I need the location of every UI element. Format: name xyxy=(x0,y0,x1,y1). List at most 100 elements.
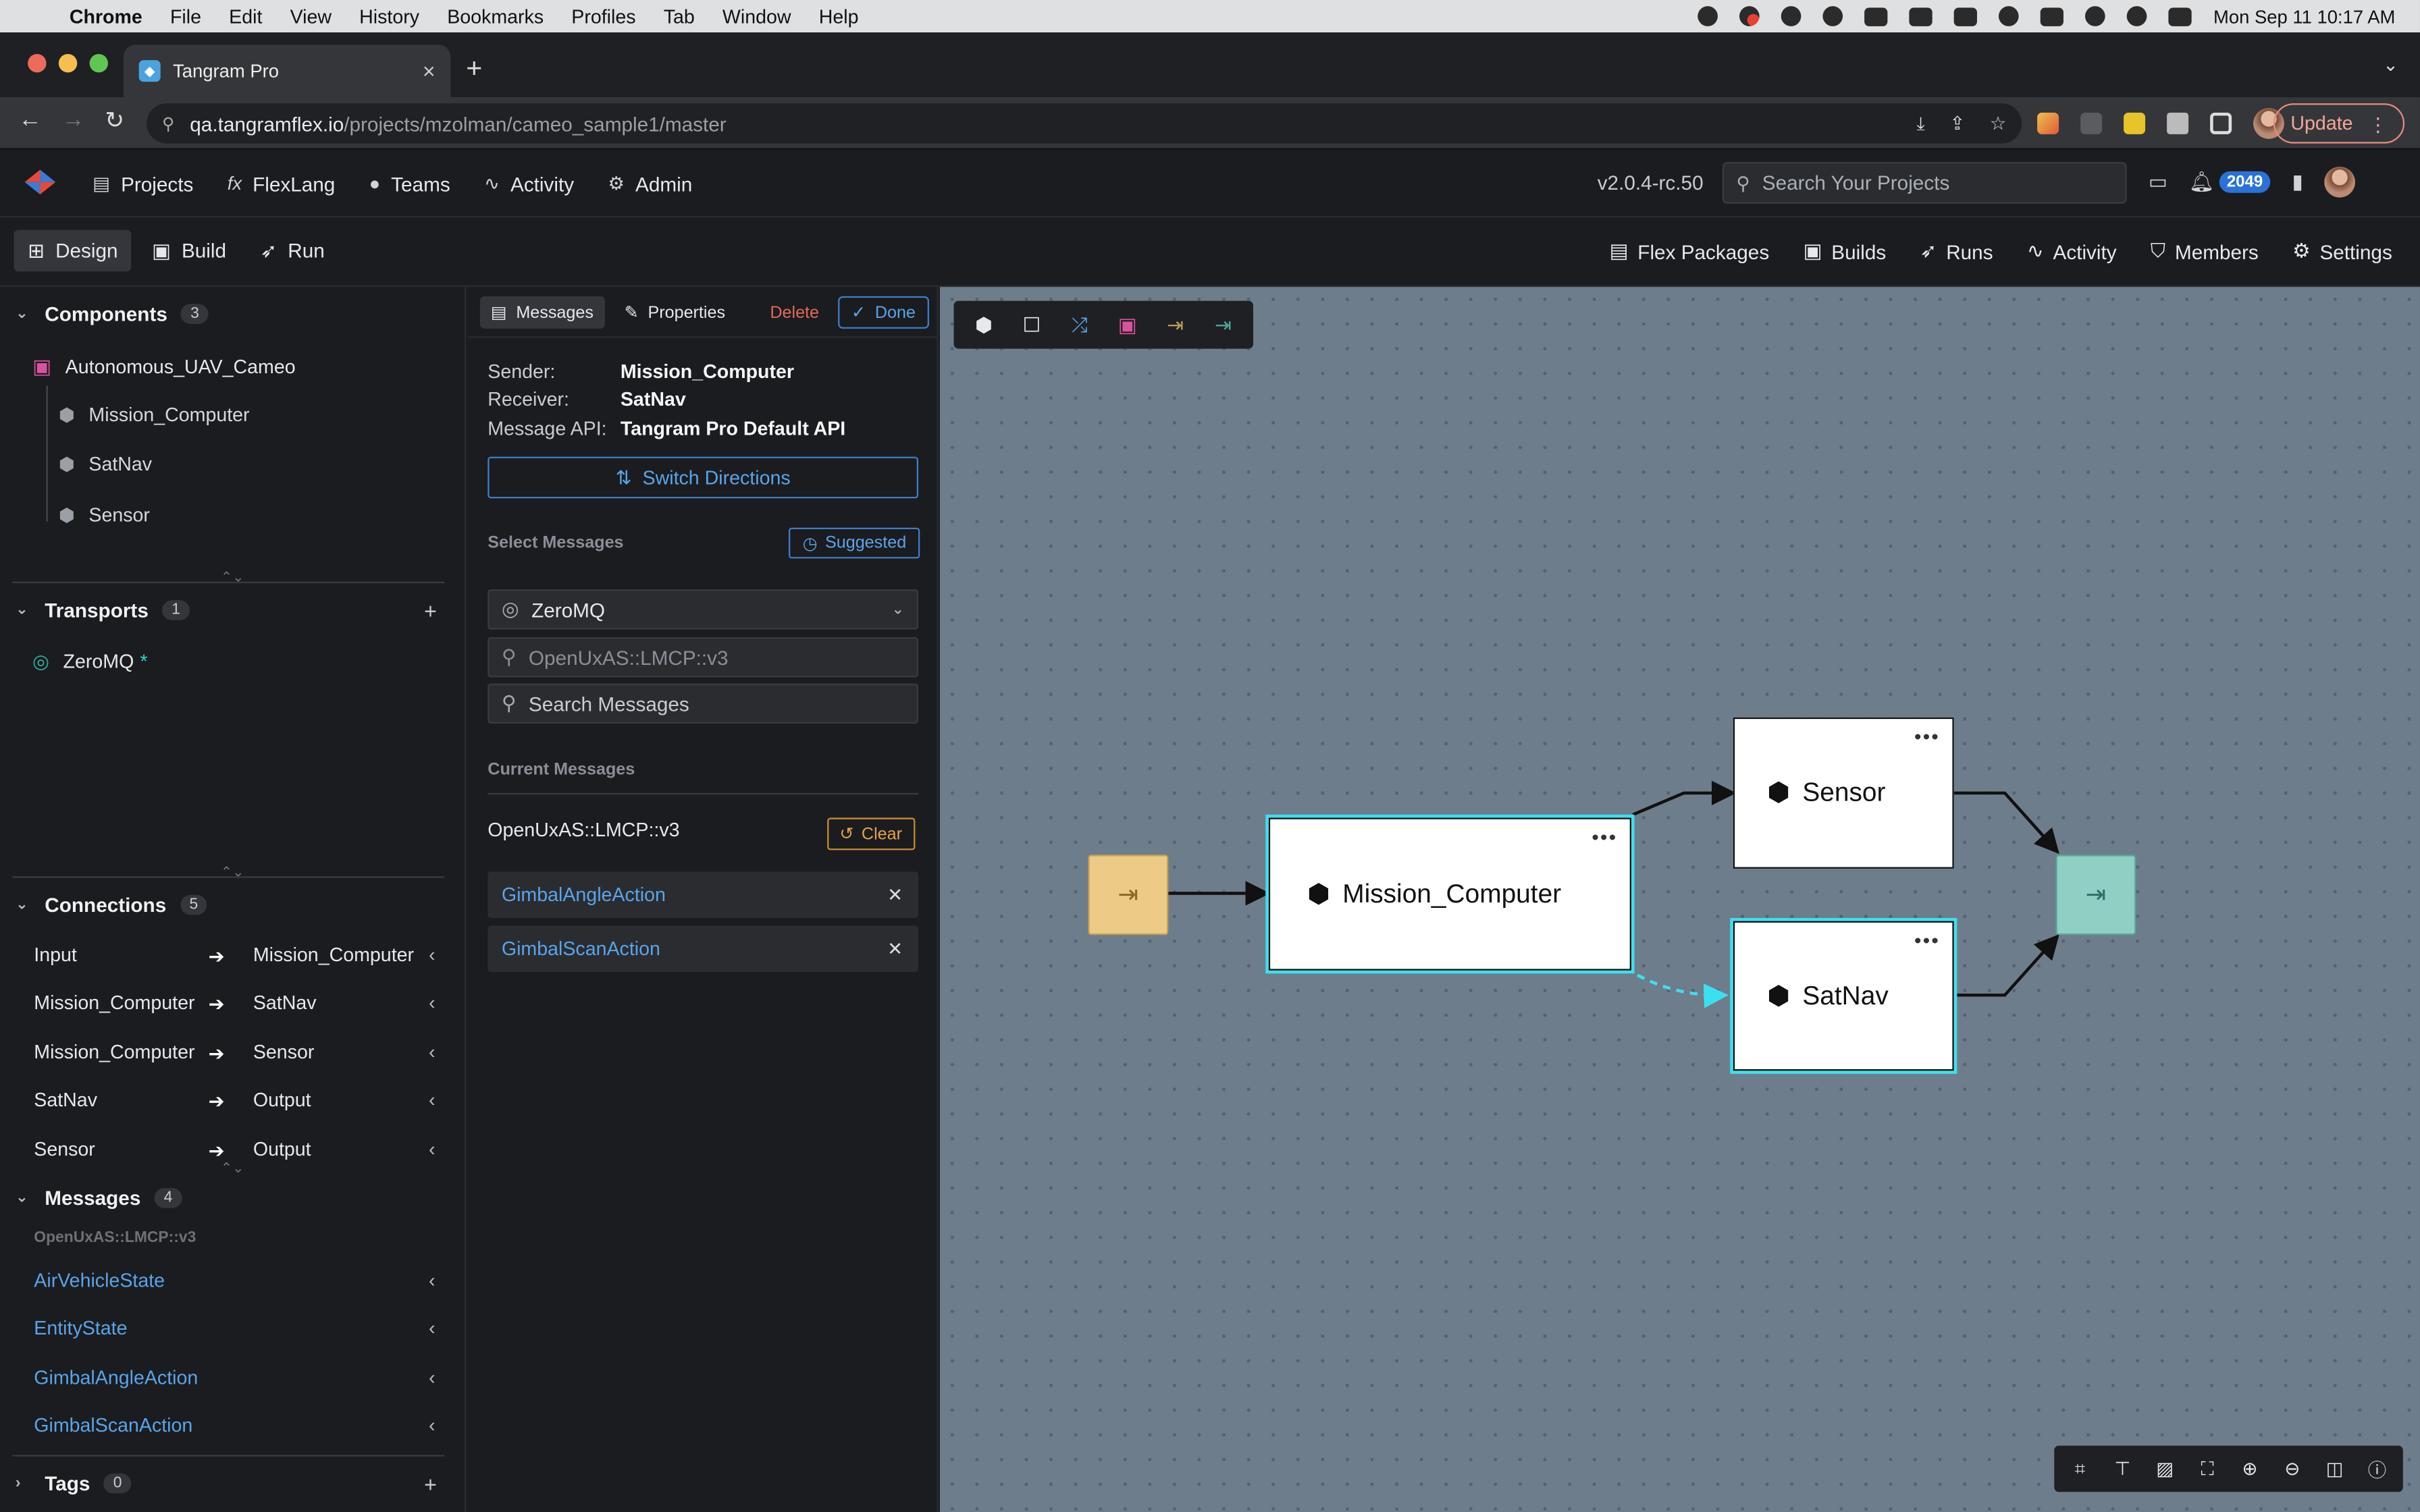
messages-section-header[interactable]: ⌄ Messages 4 xyxy=(16,1187,182,1210)
component-root[interactable]: ▣ Autonomous_UAV_Cameo xyxy=(32,355,296,380)
add-tag-icon[interactable]: + xyxy=(424,1472,437,1497)
resize-handle-icon[interactable]: ⌃⌄ xyxy=(221,569,244,586)
tags-section-header[interactable]: › Tags 0 xyxy=(16,1472,132,1495)
menu-history[interactable]: History xyxy=(359,5,419,27)
transport-select[interactable]: ◎ ZeroMQ ⌄ xyxy=(488,589,918,630)
tab-properties[interactable]: ✎ Properties xyxy=(614,296,736,329)
update-button[interactable]: Update ⋮ xyxy=(2273,103,2405,144)
battery-icon[interactable] xyxy=(2041,7,2064,26)
runs-link[interactable]: ➶ Runs xyxy=(1920,239,1993,264)
current-message-chip[interactable]: GimbalAngleAction ✕ xyxy=(488,871,918,918)
dots-status-icon[interactable] xyxy=(1781,6,1801,26)
wifi-icon[interactable] xyxy=(2085,6,2106,26)
chevron-left-icon[interactable]: ‹ xyxy=(429,1139,436,1160)
menu-help[interactable]: Help xyxy=(819,5,859,27)
add-transport-icon[interactable]: + xyxy=(424,599,437,624)
spotlight-search-icon[interactable] xyxy=(2127,6,2147,26)
layout-grid-icon[interactable]: ⌗ xyxy=(2059,1446,2101,1492)
component-item[interactable]: ⬢ SatNav xyxy=(59,454,152,475)
component-item[interactable]: ⬢ Sensor xyxy=(59,504,150,526)
remove-icon[interactable]: ✕ xyxy=(887,938,903,960)
mode-run[interactable]: ➶ Run xyxy=(246,230,339,272)
more-options-icon[interactable]: ••• xyxy=(1914,929,1940,952)
play-status-icon[interactable] xyxy=(1822,6,1843,26)
resize-handle-icon[interactable]: ⌃⌄ xyxy=(221,1160,244,1177)
browser-tab[interactable]: ◆ Tangram Pro × xyxy=(123,45,451,97)
antenna-status-icon[interactable] xyxy=(1864,7,1888,26)
close-window-button[interactable] xyxy=(28,53,47,73)
record-status-icon[interactable] xyxy=(1739,6,1760,26)
bluetooth-icon[interactable] xyxy=(1999,6,2020,26)
crosshair-extension-icon[interactable] xyxy=(2080,112,2103,134)
kebab-menu-icon[interactable]: ⋮ xyxy=(2368,112,2388,135)
builds-link[interactable]: ▣ Builds xyxy=(1803,239,1886,264)
more-options-icon[interactable]: ••• xyxy=(1914,725,1940,748)
address-bar[interactable]: ⚲ qa.tangramflex.io/projects/mzolman/cam… xyxy=(147,103,2022,144)
chevron-left-icon[interactable]: ‹ xyxy=(429,1042,436,1063)
done-button[interactable]: ✓ Done xyxy=(837,296,930,329)
input-terminal[interactable]: ⇥ xyxy=(1088,855,1169,936)
nav-teams[interactable]: ● Teams xyxy=(369,172,450,195)
chevron-left-icon[interactable]: ‹ xyxy=(429,1415,436,1436)
archive-icon[interactable]: ▭ xyxy=(2149,169,2167,194)
zoom-out-icon[interactable]: ⊖ xyxy=(2271,1446,2313,1492)
close-tab-icon[interactable]: × xyxy=(423,59,436,84)
grid-status-icon[interactable] xyxy=(1909,7,1933,26)
package-search-input[interactable]: ⚲ OpenUxAS::LMCP::v3 xyxy=(488,637,918,678)
project-search-input[interactable]: ⚲ Search Your Projects xyxy=(1722,161,2127,204)
menu-app-chrome[interactable]: Chrome xyxy=(70,5,142,27)
status-app-icon[interactable] xyxy=(1698,6,1718,26)
message-item[interactable]: AirVehicleState ‹ xyxy=(34,1270,435,1291)
settings-link[interactable]: ⚙ Settings xyxy=(2292,239,2392,264)
chevron-left-icon[interactable]: ‹ xyxy=(429,1270,436,1291)
menu-file[interactable]: File xyxy=(170,5,201,27)
bookmark-star-icon[interactable]: ☆ xyxy=(1990,113,2007,136)
chevron-left-icon[interactable]: ‹ xyxy=(429,1367,436,1388)
new-tab-icon[interactable]: + xyxy=(466,53,482,85)
nav-projects[interactable]: ▤ Projects xyxy=(93,172,193,195)
transport-item[interactable]: ◎ ZeroMQ * xyxy=(32,649,148,672)
shield-status-icon[interactable] xyxy=(1954,7,1978,26)
menubar-clock[interactable]: Mon Sep 11 10:17 AM xyxy=(2213,5,2395,27)
edge-mission-satnav-selected[interactable] xyxy=(1637,973,1729,1008)
nav-activity[interactable]: ∿ Activity xyxy=(484,172,574,195)
node-satnav[interactable]: ⬢ SatNav ••• xyxy=(1733,921,1954,1071)
suggested-button[interactable]: ◷ Suggested xyxy=(788,527,920,559)
puzzle-extensions-icon[interactable] xyxy=(2167,112,2189,134)
pencil-extension-icon[interactable] xyxy=(2037,112,2059,134)
menu-profiles[interactable]: Profiles xyxy=(571,5,635,27)
reload-icon[interactable]: ↻ xyxy=(105,107,124,134)
message-item[interactable]: EntityState ‹ xyxy=(34,1318,435,1339)
side-panel-icon[interactable] xyxy=(2210,112,2232,134)
current-message-chip[interactable]: GimbalScanAction ✕ xyxy=(488,925,918,972)
flex-packages-link[interactable]: ▤ Flex Packages xyxy=(1609,239,1769,264)
edge-sensor-output[interactable] xyxy=(1953,791,2059,855)
menu-window[interactable]: Window xyxy=(722,5,791,27)
site-info-icon[interactable]: ⚲ xyxy=(162,113,174,133)
switch-directions-button[interactable]: ⇅ Switch Directions xyxy=(488,456,918,499)
fit-view-icon[interactable]: ⛶ xyxy=(2186,1446,2229,1492)
menu-tab[interactable]: Tab xyxy=(664,5,695,27)
delete-button[interactable]: Delete xyxy=(770,303,819,321)
edge-mission-sensor[interactable] xyxy=(1632,780,1737,816)
chart-extension-icon[interactable] xyxy=(2124,112,2146,134)
members-link[interactable]: ⛉ Members xyxy=(2151,239,2259,264)
design-canvas[interactable]: ⬢ ☐ ⤮ ▣ ⇥ ⇥ ⇥ ⇥ ⬢ Mission_Computer ••• ⬢… xyxy=(939,287,2420,1512)
menu-bookmarks[interactable]: Bookmarks xyxy=(447,5,544,27)
tangram-logo-icon[interactable] xyxy=(22,167,59,198)
notifications-button[interactable]: 🔔︎ 2049 xyxy=(2189,169,2271,194)
component-item[interactable]: ⬢ Mission_Computer xyxy=(59,404,250,426)
edge-satnav-output[interactable] xyxy=(1957,934,2059,997)
minimap-icon[interactable]: ◫ xyxy=(2313,1446,2356,1492)
zoom-window-button[interactable] xyxy=(89,53,108,73)
remove-icon[interactable]: ✕ xyxy=(887,884,903,906)
message-item[interactable]: GimbalAngleAction ‹ xyxy=(34,1367,435,1388)
transports-section-header[interactable]: ⌄ Transports 1 xyxy=(16,599,190,622)
chevron-left-icon[interactable]: ‹ xyxy=(429,1318,436,1339)
output-terminal[interactable]: ⇥ xyxy=(2055,855,2136,936)
tab-messages[interactable]: ▤ Messages xyxy=(479,296,604,329)
more-options-icon[interactable]: ••• xyxy=(1592,826,1617,848)
message-item[interactable]: GimbalScanAction ‹ xyxy=(34,1415,435,1436)
back-icon[interactable]: ← xyxy=(18,107,41,133)
align-icon[interactable]: ⊤ xyxy=(2101,1446,2144,1492)
